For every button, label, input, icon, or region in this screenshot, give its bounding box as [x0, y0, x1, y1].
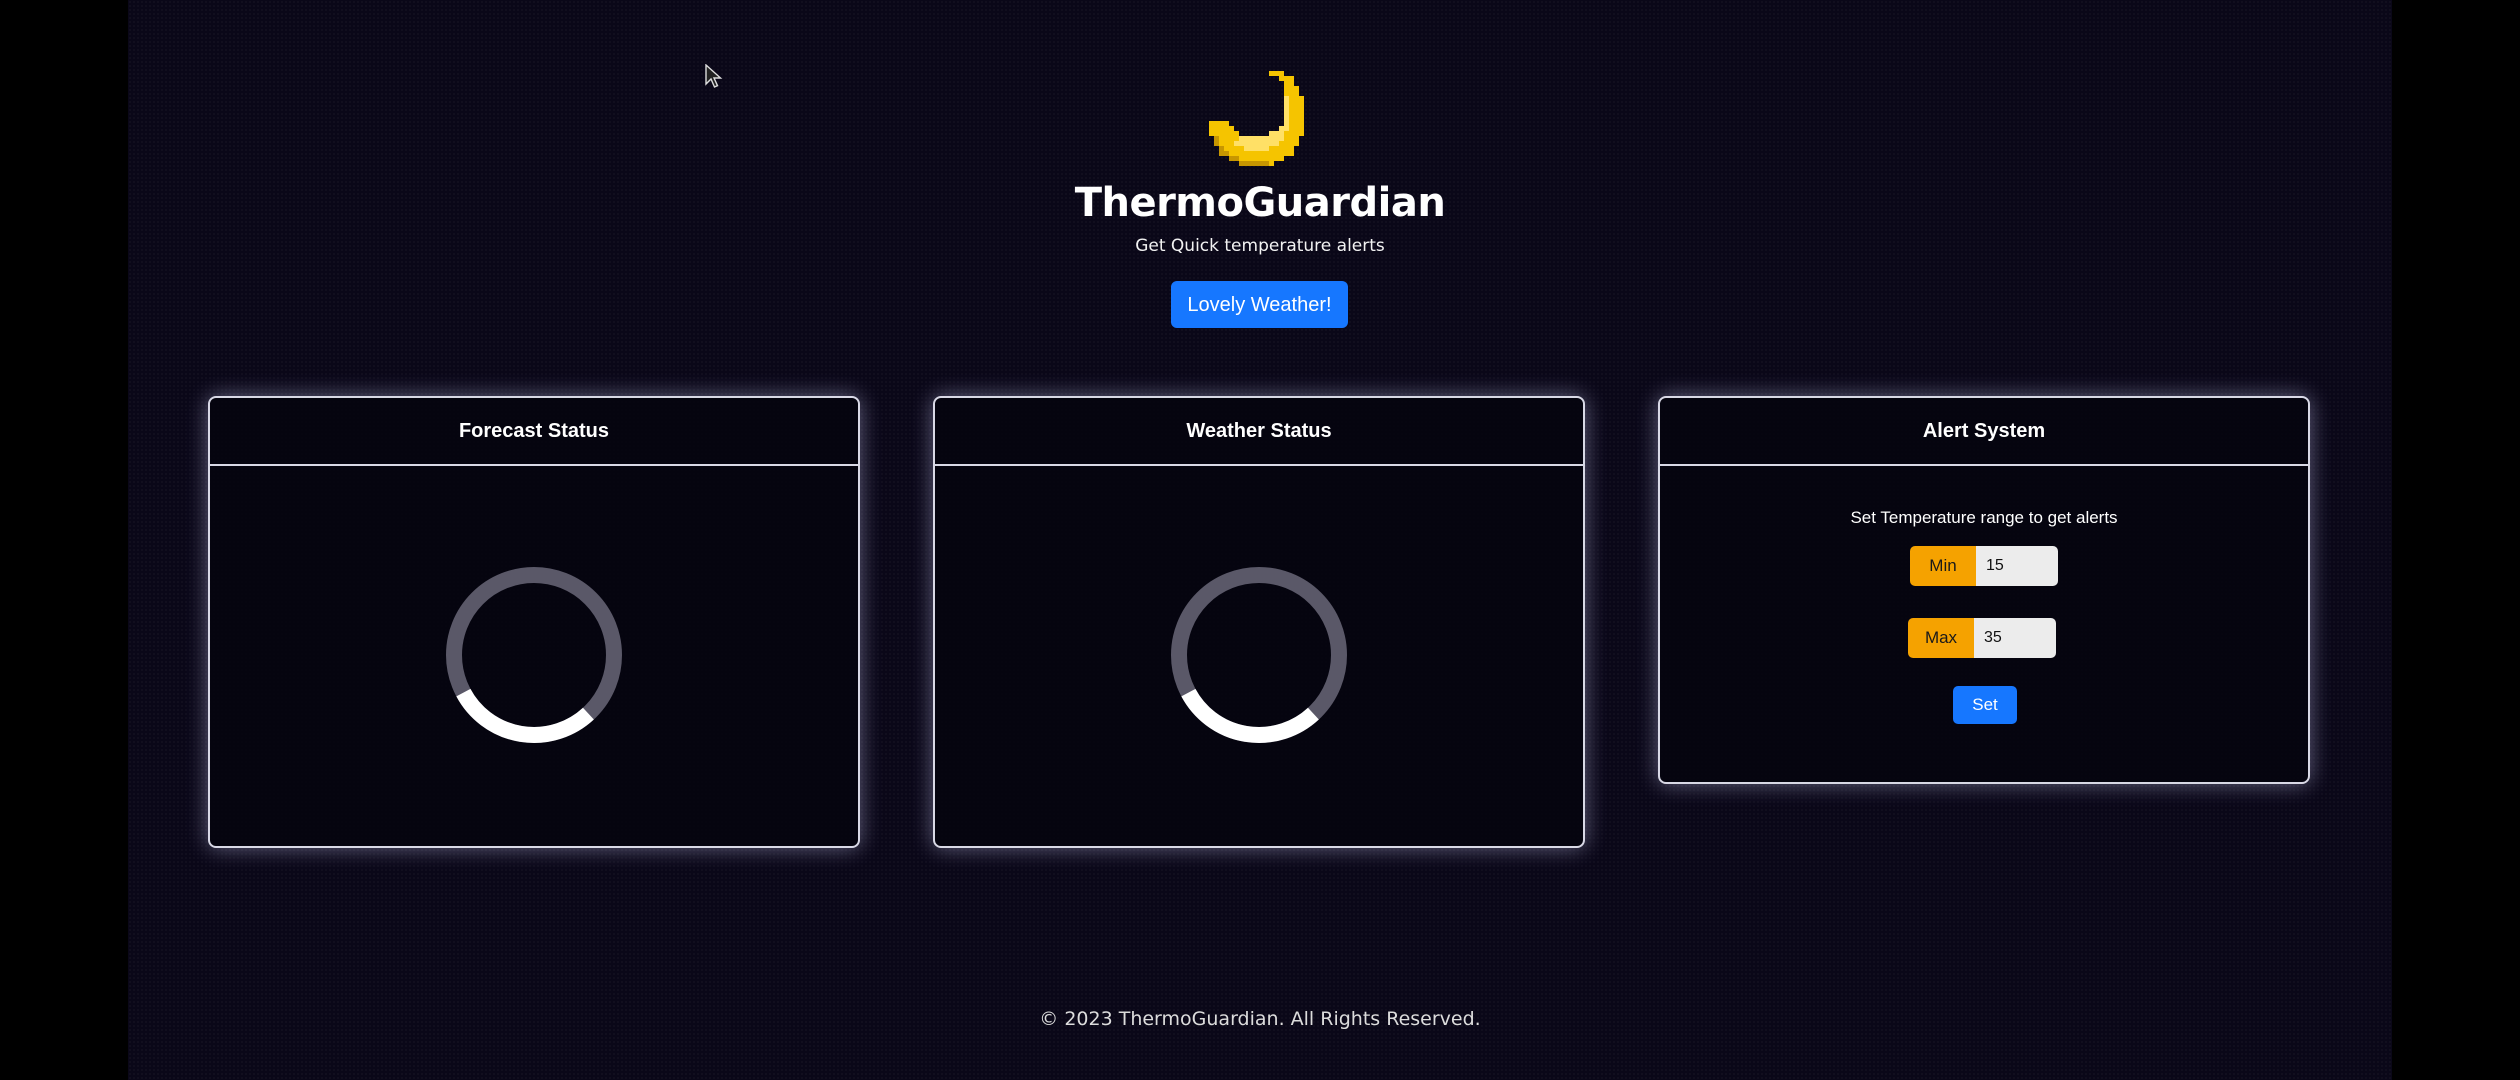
min-temperature-row: Min — [1910, 546, 2058, 586]
weather-status-title: Weather Status — [935, 398, 1583, 466]
crescent-moon-icon — [1209, 71, 1304, 166]
max-temperature-input[interactable] — [1974, 618, 2056, 658]
app-title: ThermoGuardian — [1074, 180, 1446, 226]
mouse-cursor-icon — [705, 64, 723, 88]
max-temperature-row: Max — [1908, 618, 2056, 658]
min-temperature-input[interactable] — [1976, 546, 2058, 586]
footer-copyright: © 2023 ThermoGuardian. All Rights Reserv… — [1039, 1008, 1481, 1030]
set-range-button[interactable]: Set — [1953, 686, 2017, 724]
weather-loading-spinner-icon — [1171, 567, 1347, 743]
weather-status-panel: Weather Status — [933, 396, 1585, 848]
min-label: Min — [1910, 546, 1976, 586]
forecast-loading-spinner-icon — [446, 567, 622, 743]
max-label: Max — [1908, 618, 1974, 658]
alert-system-panel: Alert System Set Temperature range to ge… — [1658, 396, 2310, 784]
app-subtitle: Get Quick temperature alerts — [1135, 236, 1385, 256]
forecast-status-title: Forecast Status — [210, 398, 858, 466]
alert-system-title: Alert System — [1660, 398, 2308, 466]
lovely-weather-button[interactable]: Lovely Weather! — [1171, 281, 1348, 328]
forecast-status-panel: Forecast Status — [208, 396, 860, 848]
alert-caption: Set Temperature range to get alerts — [1850, 508, 2118, 527]
